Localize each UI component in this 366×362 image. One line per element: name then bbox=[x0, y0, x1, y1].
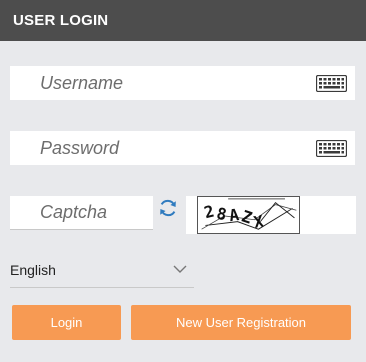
captcha-input[interactable] bbox=[10, 196, 153, 229]
register-button[interactable]: New User Registration bbox=[131, 305, 351, 340]
password-field bbox=[10, 131, 355, 165]
svg-text:X: X bbox=[252, 212, 265, 232]
captcha-image: 2 8 A Z X bbox=[197, 196, 300, 234]
page-title: USER LOGIN bbox=[13, 12, 109, 29]
login-header: USER LOGIN bbox=[0, 0, 366, 41]
keyboard-icon[interactable] bbox=[316, 75, 347, 92]
language-select[interactable]: English bbox=[10, 256, 194, 288]
login-button[interactable]: Login bbox=[12, 305, 121, 340]
svg-text:2: 2 bbox=[202, 201, 216, 222]
keyboard-icon[interactable] bbox=[316, 140, 347, 157]
refresh-icon[interactable] bbox=[158, 198, 178, 218]
svg-text:8: 8 bbox=[215, 204, 228, 225]
password-input[interactable] bbox=[10, 131, 310, 165]
username-field bbox=[10, 66, 355, 100]
chevron-down-icon bbox=[173, 265, 187, 273]
captcha-field bbox=[10, 196, 153, 230]
login-button-label: Login bbox=[50, 315, 83, 330]
svg-text:A: A bbox=[228, 205, 241, 225]
register-button-label: New User Registration bbox=[175, 315, 307, 330]
language-selected: English bbox=[10, 262, 56, 278]
username-input[interactable] bbox=[10, 66, 310, 100]
